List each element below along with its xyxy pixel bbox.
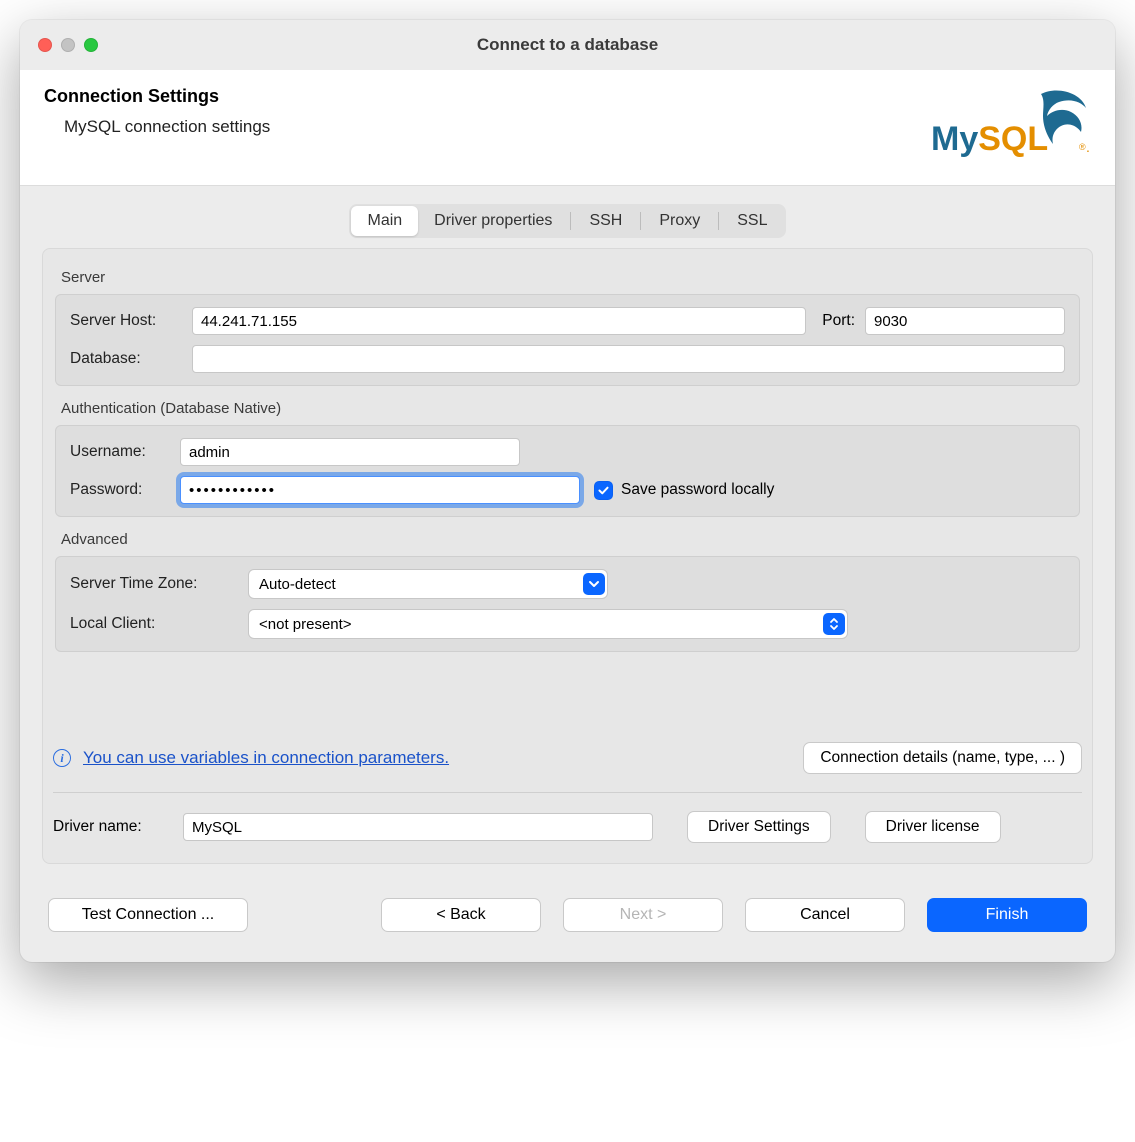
username-label: Username: [70, 443, 180, 461]
timezone-select[interactable]: Auto-detect [248, 569, 608, 599]
dialog-window: Connect to a database Connection Setting… [20, 20, 1115, 962]
cancel-button[interactable]: Cancel [745, 898, 905, 932]
tab-separator [570, 212, 571, 230]
svg-text:MySQL: MySQL [931, 120, 1048, 158]
port-input[interactable] [865, 307, 1065, 335]
svg-text:®: ® [1079, 142, 1086, 152]
maximize-icon[interactable] [84, 38, 98, 52]
window-title: Connect to a database [20, 35, 1115, 55]
main-panel: Server Server Host: Port: Database: Auth… [42, 248, 1093, 864]
save-password-label: Save password locally [621, 481, 774, 499]
database-input[interactable] [192, 345, 1065, 373]
driver-license-button[interactable]: Driver license [865, 811, 1001, 843]
dialog-footer: Test Connection ... < Back Next > Cancel… [20, 874, 1115, 962]
dialog-header: Connection Settings MySQL connection set… [20, 70, 1115, 186]
tab-bar: Main Driver properties SSH Proxy SSL [349, 204, 785, 238]
test-connection-button[interactable]: Test Connection ... [48, 898, 248, 932]
titlebar: Connect to a database [20, 20, 1115, 70]
tab-ssl[interactable]: SSL [721, 206, 783, 236]
separator [53, 792, 1082, 793]
driver-name-label: Driver name: [53, 818, 171, 836]
tab-driver-properties[interactable]: Driver properties [418, 206, 568, 236]
username-input[interactable] [180, 438, 520, 466]
info-icon: i [53, 749, 71, 767]
tab-ssh[interactable]: SSH [573, 206, 638, 236]
close-icon[interactable] [38, 38, 52, 52]
connection-details-button[interactable]: Connection details (name, type, ... ) [803, 742, 1082, 774]
auth-section-label: Authentication (Database Native) [61, 400, 1092, 417]
next-button: Next > [563, 898, 723, 932]
advanced-section: Server Time Zone: Auto-detect Local Clie… [55, 556, 1080, 652]
auth-section: Username: Password: Save password locall… [55, 425, 1080, 517]
page-title: Connection Settings [44, 86, 270, 107]
server-section-label: Server [61, 269, 1092, 286]
advanced-section-label: Advanced [61, 531, 1092, 548]
server-section: Server Host: Port: Database: [55, 294, 1080, 386]
finish-button[interactable]: Finish [927, 898, 1087, 932]
driver-settings-button[interactable]: Driver Settings [687, 811, 831, 843]
minimize-icon [61, 38, 75, 52]
port-label: Port: [822, 312, 855, 330]
updown-icon [823, 613, 845, 635]
password-label: Password: [70, 481, 180, 499]
chevron-down-icon [583, 573, 605, 595]
timezone-value: Auto-detect [259, 576, 336, 593]
server-host-input[interactable] [192, 307, 806, 335]
tab-separator [640, 212, 641, 230]
variables-link[interactable]: You can use variables in connection para… [83, 748, 449, 768]
tab-separator [718, 212, 719, 230]
server-host-label: Server Host: [70, 312, 192, 330]
mysql-logo: MySQL ® . [931, 86, 1091, 167]
local-client-label: Local Client: [70, 615, 248, 633]
save-password-checkbox[interactable] [594, 481, 613, 500]
tab-proxy[interactable]: Proxy [643, 206, 716, 236]
page-subtitle: MySQL connection settings [64, 117, 270, 137]
timezone-label: Server Time Zone: [70, 575, 248, 593]
tab-main[interactable]: Main [351, 206, 418, 236]
driver-name-input[interactable] [183, 813, 653, 841]
database-label: Database: [70, 350, 192, 368]
local-client-select[interactable]: <not present> [248, 609, 848, 639]
local-client-value: <not present> [259, 616, 352, 633]
svg-text:.: . [1086, 139, 1090, 155]
password-input[interactable] [180, 476, 580, 504]
back-button[interactable]: < Back [381, 898, 541, 932]
